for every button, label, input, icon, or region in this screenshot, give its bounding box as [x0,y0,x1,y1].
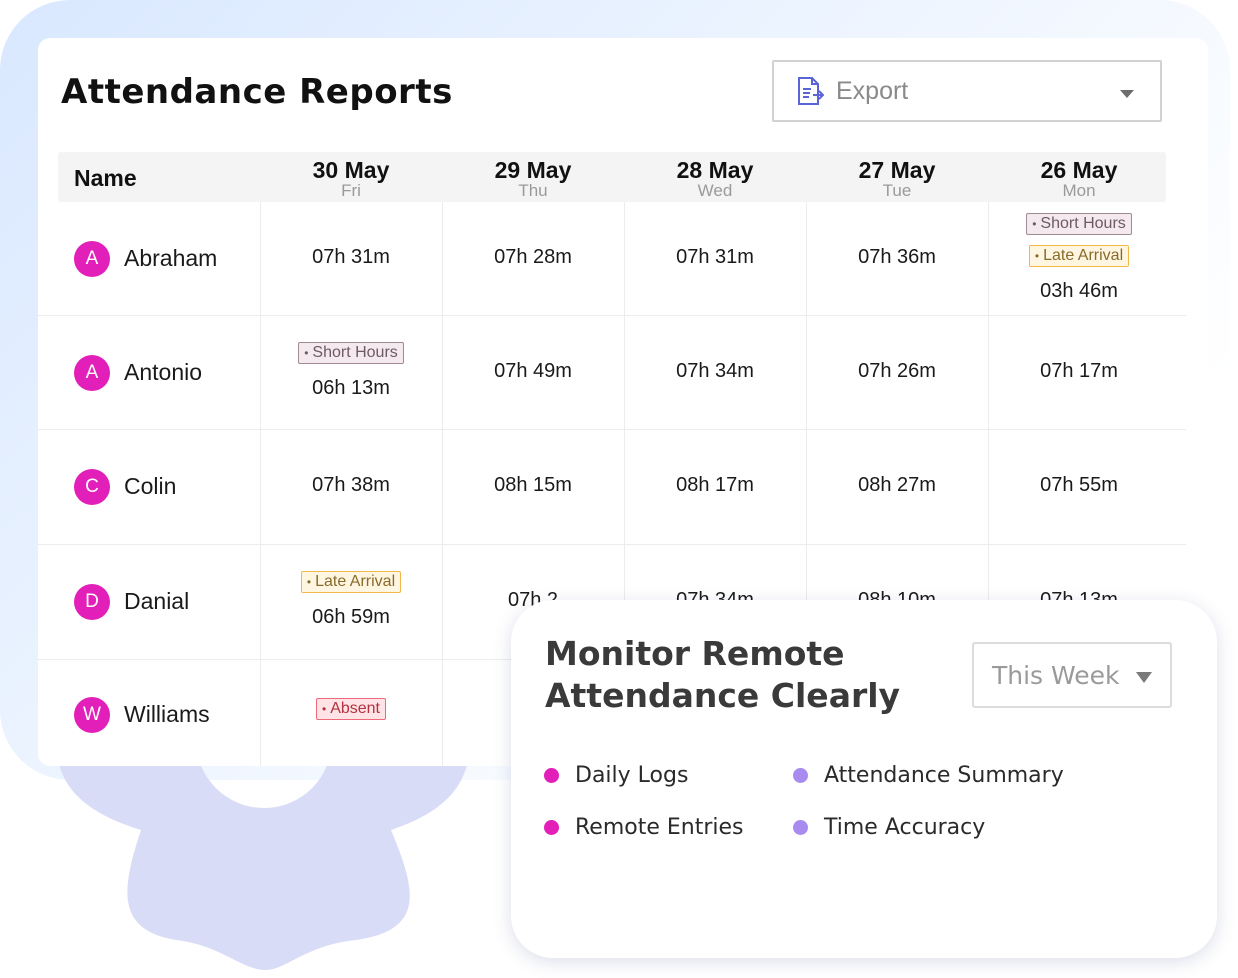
table-row[interactable]: A Antonio Short Hours 06h 13m 07h 49m 07h 34m… [38,316,1186,429]
employee-name: Danial [124,588,190,614]
table-row[interactable]: A Abraham 07h 31m 07h 28m 07h 31m 07h 36m Shor… [38,202,1186,315]
day-weekday: Fri [341,181,361,200]
attendance-cell[interactable]: 07h 49m [442,357,624,385]
day-header: 30 May Fri [260,152,442,202]
day-header: 27 May Tue [806,152,988,202]
feature-label: Daily Logs [575,763,689,788]
hours-worked: 03h 46m [1040,279,1118,302]
attendance-cell[interactable]: 07h 31m [260,243,442,271]
feature-item: Time Accuracy [793,815,985,840]
feature-item: Daily Logs [544,763,688,788]
attendance-cell[interactable]: Absent [260,698,442,730]
hours-worked: 08h 15m [494,474,572,496]
hours-worked: 07h 38m [312,474,390,496]
day-weekday: Tue [882,181,912,200]
hours-worked: 06h 13m [312,376,390,399]
absent-status-tag: Absent [315,698,386,720]
day-date: 29 May [494,157,572,183]
attendance-cell[interactable]: Late Arrival 06h 59m [260,571,442,631]
avatar: D [74,584,110,620]
hours-worked: 07h 36m [858,245,936,268]
hours-worked: 06h 59m [312,606,390,628]
gear-decoration-icon [56,740,470,970]
day-weekday: Mon [1062,181,1096,200]
attendance-cell[interactable]: 07h 31m [624,243,806,271]
hours-worked: 08h 27m [858,474,936,496]
attendance-cell[interactable]: 07h 26m [806,357,988,385]
feature-label: Remote Entries [575,815,744,840]
hours-worked: 07h 28m [494,245,572,268]
promo-card: Monitor Remote Attendance Clearly This W… [511,600,1217,958]
avatar: A [74,240,110,277]
bullet-dot-icon [544,768,559,783]
bullet-dot-icon [793,768,808,783]
attendance-cell[interactable]: 07h 28m [442,243,624,271]
hours-worked: 07h 34m [676,359,754,382]
day-date: 30 May [312,157,390,183]
chevron-down-icon [1120,90,1134,98]
attendance-cell[interactable]: 08h 17m [624,471,806,499]
hours-worked: 07h 26m [858,359,936,382]
hours-worked: 07h 17m [1040,359,1118,382]
day-header: 29 May Thu [442,152,624,202]
late-status-tag: Late Arrival [1028,244,1130,267]
employee-name: Colin [124,473,177,499]
hours-worked: 07h 49m [494,359,572,382]
attendance-cell[interactable]: 07h 34m [624,357,806,385]
feature-label: Time Accuracy [824,815,986,840]
employee-name: Williams [124,701,210,727]
feature-label: Attendance Summary [824,763,1064,788]
table-row[interactable]: C Colin 07h 38m 08h 15m 08h 17m 08h 27m 07h 55… [38,430,1186,544]
day-date: 27 May [858,157,936,183]
day-header: 28 May Wed [624,152,806,202]
chevron-down-icon [1136,672,1152,683]
hours-worked: 07h 55m [1040,474,1118,496]
export-dropdown[interactable]: Export [772,60,1162,122]
page-title: Attendance Reports [61,72,453,112]
attendance-cell[interactable]: 08h 15m [442,471,624,499]
day-weekday: Wed [697,181,733,200]
attendance-cell[interactable]: 07h 38m [260,471,442,499]
name-column-header: Name [74,165,137,191]
attendance-cell[interactable]: 08h 27m [806,471,988,499]
attendance-cell[interactable]: Short Hours Late Arrival 03h 46m [988,212,1170,305]
day-weekday: Thu [518,181,548,200]
attendance-cell[interactable]: 07h 55m [988,471,1170,499]
short-status-tag: Short Hours [298,341,404,364]
attendance-cell[interactable]: Short Hours 06h 13m [260,341,442,402]
avatar: A [74,354,110,391]
export-label: Export [836,76,909,105]
bullet-dot-icon [793,820,808,835]
period-select-value: This Week [992,661,1120,690]
bullet-dot-icon [544,820,559,835]
file-export-icon [798,77,824,105]
day-header: 26 May Mon [988,152,1170,202]
attendance-cell[interactable]: 07h 17m [988,357,1170,385]
employee-name: Abraham [124,244,218,271]
promo-title: Monitor Remote Attendance Clearly [545,634,901,715]
day-date: 28 May [676,157,754,183]
hours-worked: 07h 31m [676,245,754,268]
period-select[interactable]: This Week [972,642,1172,708]
table-header: Name 30 May Fri 29 May Thu 28 May Wed 27… [58,152,1166,202]
late-status-tag: Late Arrival [300,571,402,593]
hours-worked: 07h 31m [312,245,390,268]
avatar: C [74,469,110,505]
hours-worked: 08h 17m [676,474,754,496]
short-status-tag: Short Hours [1026,212,1132,235]
feature-item: Remote Entries [544,815,744,840]
employee-name: Antonio [124,358,203,385]
avatar: W [74,697,110,733]
day-date: 26 May [1040,157,1118,183]
feature-item: Attendance Summary [793,763,1064,788]
attendance-cell[interactable]: 07h 36m [806,243,988,271]
